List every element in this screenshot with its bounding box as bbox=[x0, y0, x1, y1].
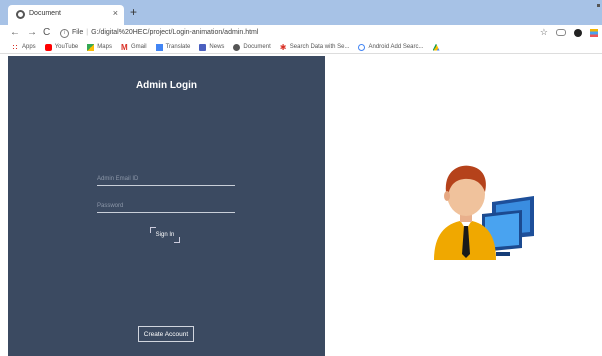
bookmark-translate[interactable]: Translate bbox=[155, 43, 191, 51]
bookmark-label: News bbox=[209, 44, 225, 50]
window-menu-icon[interactable] bbox=[597, 4, 600, 7]
bookmark-drive[interactable] bbox=[432, 43, 440, 51]
admin-email-field[interactable]: Admin Email ID bbox=[97, 176, 235, 186]
drive-icon bbox=[432, 43, 440, 51]
globe-icon bbox=[233, 43, 241, 51]
password-field[interactable]: Password bbox=[97, 203, 235, 213]
bookmark-apps[interactable]: Apps bbox=[12, 43, 36, 51]
bookmark-label: Gmail bbox=[130, 44, 147, 50]
bookmark-icon: ✱ bbox=[279, 42, 287, 52]
bookmark-document[interactable]: Document bbox=[233, 43, 271, 51]
bookmark-label: Translate bbox=[165, 44, 191, 50]
globe-icon bbox=[16, 10, 25, 19]
sign-in-button[interactable]: Sign In bbox=[150, 227, 180, 243]
forward-arrow-icon[interactable]: → bbox=[27, 27, 37, 39]
bookmarks-bar: Apps YouTube Maps M Gmail Translate News… bbox=[0, 41, 602, 54]
extension-icon[interactable] bbox=[590, 28, 598, 37]
back-arrow-icon[interactable]: ← bbox=[10, 27, 20, 39]
bookmark-search-data[interactable]: ✱ Search Data with Se... bbox=[279, 42, 350, 52]
translate-icon bbox=[155, 43, 163, 51]
bookmark-label: Search Data with Se... bbox=[289, 44, 350, 50]
extension-icon[interactable] bbox=[556, 29, 566, 36]
browser-toolbar: ← → C i File | G:/digital%20HEC/project/… bbox=[0, 25, 602, 41]
info-icon[interactable]: i bbox=[60, 28, 69, 38]
reload-icon[interactable]: C bbox=[43, 27, 50, 39]
bookmark-label: Apps bbox=[22, 44, 36, 50]
address-scheme-label: File bbox=[72, 29, 84, 36]
new-tab-button[interactable]: + bbox=[130, 6, 137, 18]
bookmark-news[interactable]: News bbox=[199, 43, 225, 51]
address-url[interactable]: G:/digital%20HEC/project/Login-animation… bbox=[91, 27, 258, 39]
maps-icon bbox=[87, 43, 95, 51]
bookmark-maps[interactable]: Maps bbox=[87, 43, 112, 51]
tab-close-icon[interactable]: × bbox=[113, 8, 118, 18]
bookmark-youtube[interactable]: YouTube bbox=[44, 43, 79, 51]
page-title: Admin Login bbox=[135, 80, 198, 91]
gmail-icon: M bbox=[120, 42, 128, 52]
address-separator: | bbox=[86, 29, 89, 36]
android-icon bbox=[358, 43, 366, 51]
bookmark-label: YouTube bbox=[54, 44, 79, 50]
browser-tab[interactable]: Document × bbox=[8, 5, 124, 25]
ear bbox=[444, 191, 450, 201]
extension-icon[interactable] bbox=[574, 28, 582, 37]
youtube-icon bbox=[44, 43, 52, 51]
tab-strip: Document × + bbox=[0, 0, 602, 25]
address-bar[interactable]: i File | G:/digital%20HEC/project/Login-… bbox=[60, 27, 258, 39]
tab-title: Document bbox=[29, 10, 61, 17]
bookmark-android[interactable]: Android Add Searc... bbox=[358, 43, 424, 51]
monitor-stand bbox=[496, 252, 510, 256]
apps-icon bbox=[12, 43, 19, 51]
news-icon bbox=[199, 43, 207, 51]
admin-user-illustration bbox=[434, 165, 534, 260]
bookmark-star-icon[interactable]: ☆ bbox=[540, 27, 548, 38]
create-account-button[interactable]: Create Account bbox=[138, 326, 194, 342]
bookmark-label: Android Add Searc... bbox=[368, 44, 424, 50]
bookmark-label: Maps bbox=[97, 44, 112, 50]
bookmark-gmail[interactable]: M Gmail bbox=[120, 42, 147, 52]
bookmark-label: Document bbox=[243, 44, 271, 50]
